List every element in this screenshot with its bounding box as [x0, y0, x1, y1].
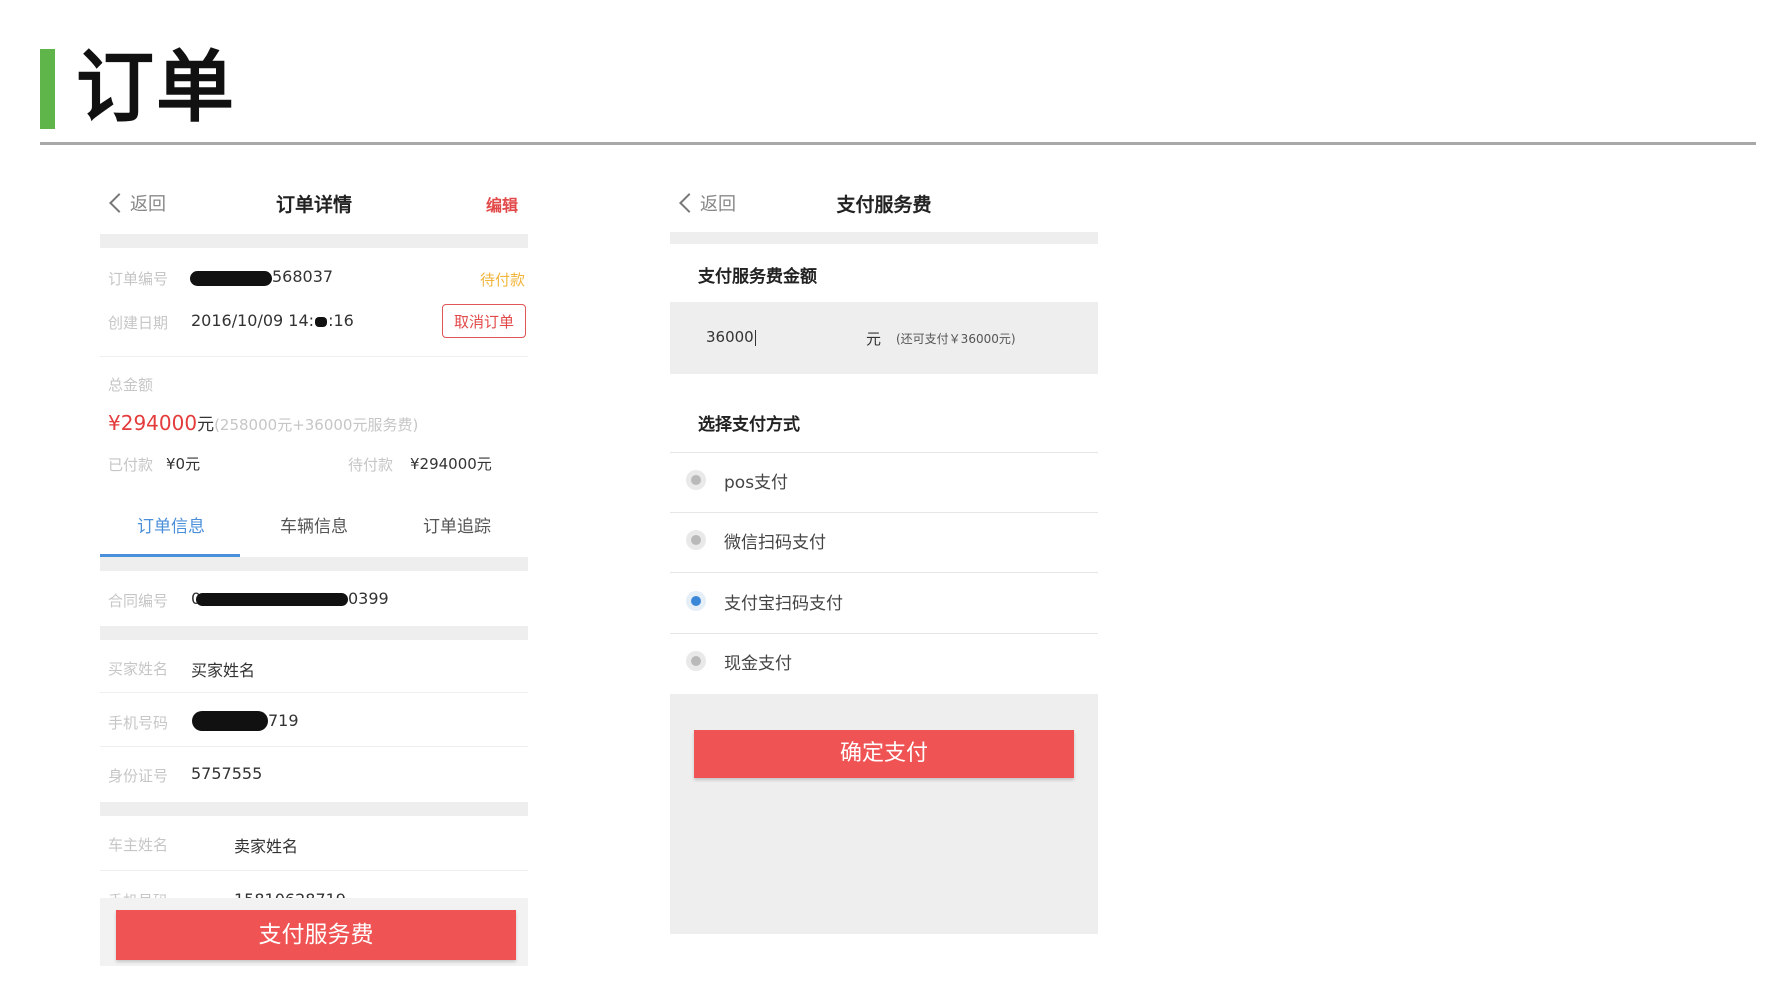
id-no-label: 身份证号	[108, 767, 169, 785]
order-no-value: 568037	[272, 267, 334, 286]
row-divider	[100, 692, 528, 693]
page-title: 订单详情	[275, 194, 352, 216]
amount-unit: 元	[866, 330, 882, 348]
redacted-mark	[190, 271, 272, 286]
order-status-badge: 待付款	[479, 271, 525, 289]
section-divider	[100, 557, 528, 571]
pay-fee-navbar: 返回 支付服务费	[670, 174, 1098, 232]
amount-hint: (还可支付￥36000元)	[896, 332, 1016, 346]
owner-name-label: 车主姓名	[108, 836, 169, 854]
edit-button[interactable]: 编辑	[486, 192, 518, 216]
row-divider	[670, 633, 1098, 634]
redacted-mark	[196, 593, 348, 606]
title-accent-bar	[40, 49, 55, 129]
owner-name-value: 卖家姓名	[234, 837, 299, 856]
method-label: pos支付	[724, 473, 789, 493]
paid-value: ¥0元	[166, 455, 201, 473]
row-divider	[100, 356, 528, 357]
contract-no-value: 0399	[348, 589, 389, 608]
contract-no-label: 合同编号	[108, 592, 169, 610]
phone-value: 719	[268, 711, 299, 730]
buyer-name-label: 买家姓名	[108, 660, 169, 678]
buyer-name-value: 买家姓名	[191, 661, 256, 680]
total-amount: ¥294000元(258000元+36000元服务费)	[108, 411, 419, 435]
radio-checked-icon[interactable]	[686, 591, 706, 611]
method-label: 支付宝扫码支付	[724, 594, 843, 614]
row-divider	[100, 870, 528, 871]
confirm-payment-button[interactable]: 确定支付	[694, 730, 1074, 778]
title-divider	[40, 142, 1756, 145]
order-detail-screen: 返回 订单详情 编辑 订单编号 568037 待付款 创建日期 2016/10/…	[100, 174, 528, 966]
radio-unchecked-icon[interactable]	[686, 470, 706, 490]
page-title: 支付服务费	[836, 194, 932, 216]
slide-title: 订单	[76, 43, 237, 133]
row-divider	[670, 452, 1098, 453]
total-label: 总金额	[108, 376, 154, 394]
section-divider	[100, 802, 528, 816]
paid-label: 已付款	[108, 456, 154, 474]
amount-input-row: 36000 元 (还可支付￥36000元)	[670, 302, 1098, 374]
pending-value: ¥294000元	[410, 455, 492, 473]
amount-section-header: 支付服务费金额	[670, 244, 1098, 302]
amount-section-title: 支付服务费金额	[698, 267, 817, 287]
radio-unchecked-icon[interactable]	[686, 530, 706, 550]
row-divider	[670, 512, 1098, 513]
created-date-label: 创建日期	[108, 314, 169, 332]
pay-service-fee-button[interactable]: 支付服务费	[116, 910, 516, 960]
id-no-value: 5757555	[191, 764, 263, 783]
section-divider	[100, 234, 528, 248]
section-divider	[100, 626, 528, 640]
method-label: 现金支付	[724, 654, 792, 674]
created-date-value: 2016/10/09 14::16	[191, 311, 354, 330]
order-no-label: 订单编号	[108, 270, 169, 288]
order-detail-navbar: 返回 订单详情 编辑	[100, 174, 528, 234]
tab-vehicle-info[interactable]: 车辆信息	[243, 512, 385, 537]
phone-label: 手机号码	[108, 714, 169, 732]
tab-order-info[interactable]: 订单信息	[100, 512, 242, 537]
row-divider	[100, 746, 528, 747]
method-label: 微信扫码支付	[724, 533, 826, 553]
redacted-mark	[192, 711, 268, 731]
radio-unchecked-icon[interactable]	[686, 651, 706, 671]
amount-input[interactable]: 36000	[706, 328, 756, 346]
tab-order-tracking[interactable]: 订单追踪	[386, 512, 528, 537]
pay-fee-screen: 返回 支付服务费 支付服务费金额 36000 元 (还可支付￥36000元) 选…	[670, 174, 1098, 934]
method-section-title: 选择支付方式	[698, 415, 800, 435]
pending-label: 待付款	[348, 456, 394, 474]
cancel-order-button[interactable]: 取消订单	[442, 304, 526, 338]
row-divider	[670, 572, 1098, 573]
